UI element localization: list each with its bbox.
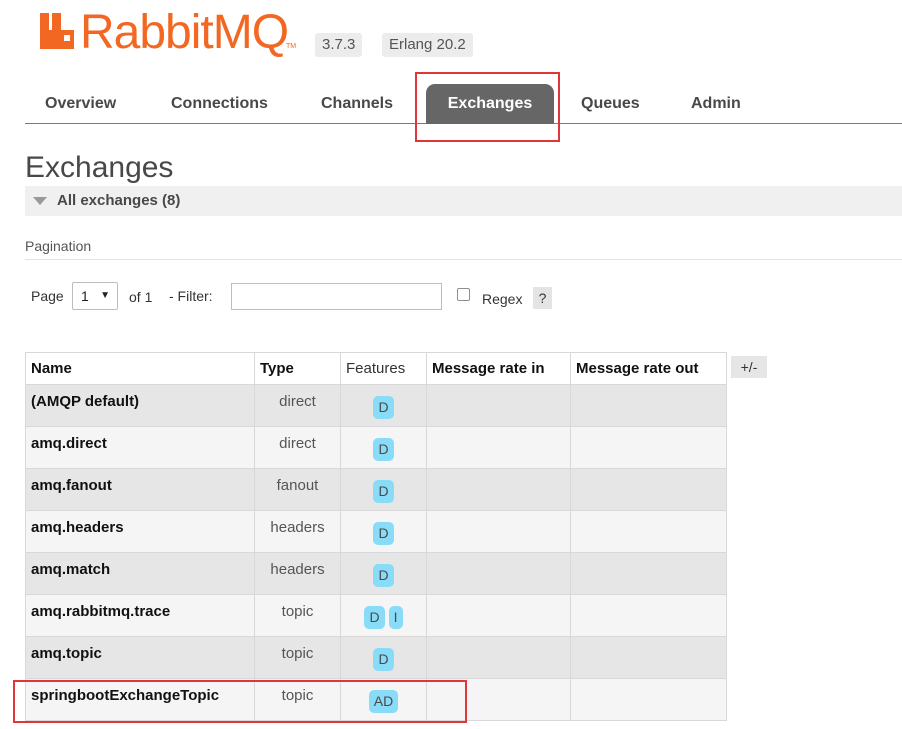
exchange-features: D <box>340 636 427 679</box>
message-rate-out <box>570 426 727 469</box>
message-rate-in <box>426 384 571 427</box>
table-row: amq.rabbitmq.trace topic D I <box>25 594 727 637</box>
column-header-rate-in[interactable]: Message rate in <box>426 352 571 385</box>
rabbitmq-version-badge: 3.7.3 <box>315 33 363 57</box>
column-header-rate-out[interactable]: Message rate out <box>570 352 727 385</box>
table-row: amq.headers headers D <box>25 510 727 553</box>
table-row: amq.match headers D <box>25 552 727 595</box>
collapse-triangle-icon <box>33 197 47 205</box>
pagination-heading: Pagination <box>25 238 902 260</box>
feature-badge[interactable]: I <box>388 606 403 629</box>
exchange-features: D <box>340 426 427 469</box>
exchanges-table: Name Type Features Message rate in Messa… <box>25 352 727 721</box>
all-exchanges-toggle[interactable]: All exchanges (8) <box>25 186 902 216</box>
table-row: (AMQP default) direct D <box>25 384 727 427</box>
message-rate-out <box>570 636 727 679</box>
brand-trademark: TM <box>286 43 297 50</box>
table-row: springbootExchangeTopic topic AD <box>25 678 727 721</box>
exchange-features: D <box>340 384 427 427</box>
filter-input[interactable] <box>231 283 442 310</box>
tab-queues[interactable]: Queues <box>581 84 640 124</box>
feature-badge[interactable]: D <box>373 522 394 545</box>
exchange-type: headers <box>254 510 341 553</box>
exchange-name-link[interactable]: amq.headers <box>25 510 255 553</box>
exchange-type: direct <box>254 384 341 427</box>
table-row: amq.topic topic D <box>25 636 727 679</box>
exchange-type: topic <box>254 594 341 637</box>
page-title: Exchanges <box>25 151 174 184</box>
tab-exchanges[interactable]: Exchanges <box>426 84 554 124</box>
exchange-features: AD <box>340 678 427 721</box>
message-rate-in <box>426 678 571 721</box>
message-rate-in <box>426 510 571 553</box>
filter-label: - Filter: <box>169 288 213 304</box>
feature-badge[interactable]: D <box>373 480 394 503</box>
exchange-name-link[interactable]: amq.fanout <box>25 468 255 511</box>
all-exchanges-label: All exchanges (8) <box>57 192 181 209</box>
column-header-name[interactable]: Name <box>25 352 255 385</box>
exchange-name-link[interactable]: amq.match <box>25 552 255 595</box>
exchange-features: D <box>340 510 427 553</box>
exchange-features: D <box>340 468 427 511</box>
exchange-name-link[interactable]: amq.topic <box>25 636 255 679</box>
regex-checkbox[interactable] <box>457 288 470 301</box>
message-rate-in <box>426 468 571 511</box>
message-rate-out <box>570 510 727 553</box>
erlang-version-badge: Erlang 20.2 <box>382 33 473 57</box>
table-row: amq.fanout fanout D <box>25 468 727 511</box>
main-nav-tabs: Overview Connections Channels Exchanges … <box>25 84 902 124</box>
chevron-down-icon: ▼ <box>100 290 110 301</box>
tab-overview[interactable]: Overview <box>45 84 116 124</box>
toggle-columns-button[interactable]: +/- <box>731 356 767 378</box>
feature-badge[interactable]: D <box>373 396 394 419</box>
exchange-type: headers <box>254 552 341 595</box>
tab-connections[interactable]: Connections <box>171 84 268 124</box>
page-select-value: 1 <box>81 288 89 304</box>
tab-admin[interactable]: Admin <box>691 84 741 124</box>
table-header-row: Name Type Features Message rate in Messa… <box>25 352 727 385</box>
feature-badge[interactable]: AD <box>368 690 399 713</box>
page-label: Page <box>31 288 64 304</box>
message-rate-out <box>570 384 727 427</box>
page-select[interactable]: 1 ▼ <box>72 282 118 310</box>
regex-label: Regex <box>482 291 523 307</box>
message-rate-out <box>570 552 727 595</box>
exchange-features: DI <box>340 594 427 637</box>
page-count-label: of 1 <box>129 289 153 305</box>
exchange-type: topic <box>254 678 341 721</box>
feature-badge[interactable]: D <box>373 648 394 671</box>
feature-badge[interactable]: D <box>364 606 385 629</box>
regex-help-button[interactable]: ? <box>533 287 552 309</box>
message-rate-in <box>426 426 571 469</box>
feature-badge[interactable]: D <box>373 438 394 461</box>
column-header-features: Features <box>340 352 427 385</box>
exchange-type: direct <box>254 426 341 469</box>
brand-name: RabbitMQ <box>80 6 289 59</box>
message-rate-in <box>426 552 571 595</box>
tab-channels[interactable]: Channels <box>321 84 393 124</box>
feature-badge[interactable]: D <box>373 564 394 587</box>
column-header-type[interactable]: Type <box>254 352 341 385</box>
message-rate-out <box>570 468 727 511</box>
rabbit-logo-icon <box>40 13 74 49</box>
exchange-features: D <box>340 552 427 595</box>
message-rate-out <box>570 594 727 637</box>
exchange-name-link[interactable]: amq.rabbitmq.trace <box>25 594 255 637</box>
exchange-name-link[interactable]: amq.direct <box>25 426 255 469</box>
exchange-type: fanout <box>254 468 341 511</box>
exchange-type: topic <box>254 636 341 679</box>
message-rate-in <box>426 594 571 637</box>
table-row: amq.direct direct D <box>25 426 727 469</box>
exchange-name-link[interactable]: springbootExchangeTopic <box>25 678 255 721</box>
exchange-name-link[interactable]: (AMQP default) <box>25 384 255 427</box>
message-rate-in <box>426 636 571 679</box>
message-rate-out <box>570 678 727 721</box>
